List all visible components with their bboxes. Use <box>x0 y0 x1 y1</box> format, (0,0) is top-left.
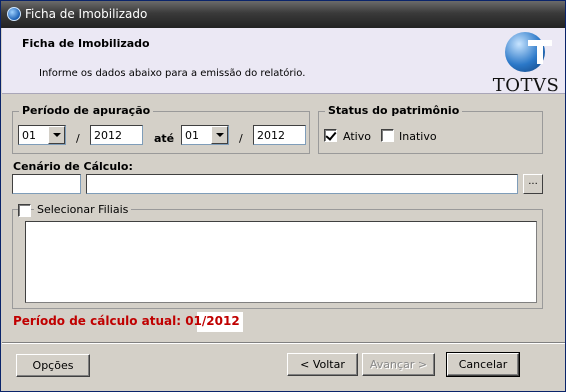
from-month-value: 01 <box>22 129 36 142</box>
calc-period-status: Período de cálculo atual: 01/2012 <box>13 314 240 328</box>
header-subtitle: Informe os dados abaixo para a emissão d… <box>39 68 306 79</box>
back-button[interactable]: < Voltar <box>287 353 358 376</box>
dialog-window: Ficha de Imobilizado Ficha de Imobilizad… <box>0 0 566 392</box>
from-year-value: 2012 <box>94 129 122 142</box>
from-month-select[interactable]: 01 <box>18 125 66 145</box>
filiais-label[interactable]: Selecionar Filiais <box>34 203 132 216</box>
chevron-down-icon[interactable] <box>211 126 228 144</box>
title-bar[interactable]: Ficha de Imobilizado <box>1 1 565 28</box>
totvs-logo-text: TOTVS <box>492 75 560 96</box>
periodo-legend: Período de apuração <box>19 104 154 117</box>
from-year-field[interactable]: 2012 <box>90 125 143 145</box>
inativo-label[interactable]: Inativo <box>399 130 437 143</box>
ativo-label[interactable]: Ativo <box>343 130 371 143</box>
filiais-checkbox[interactable] <box>18 204 31 217</box>
window-title: Ficha de Imobilizado <box>25 7 148 21</box>
cenario-description-field[interactable] <box>86 174 518 194</box>
status-legend: Status do patrimônio <box>325 104 463 117</box>
next-button[interactable]: Avançar > <box>362 353 435 376</box>
ate-label: até <box>154 132 175 145</box>
to-year-value: 2012 <box>257 129 285 142</box>
cenario-code-field[interactable] <box>12 174 81 194</box>
ativo-checkbox[interactable] <box>324 129 337 142</box>
app-icon <box>7 7 21 21</box>
header-title: Ficha de Imobilizado <box>22 37 150 50</box>
date-separator: / <box>239 132 243 145</box>
to-year-field[interactable]: 2012 <box>253 125 306 145</box>
options-button[interactable]: Opções <box>16 354 90 377</box>
cancel-button[interactable]: Cancelar <box>446 352 520 377</box>
date-separator: / <box>76 132 80 145</box>
filiais-list[interactable] <box>25 221 537 303</box>
footer-divider <box>2 342 565 344</box>
inativo-checkbox[interactable] <box>381 129 394 142</box>
chevron-down-icon[interactable] <box>48 126 65 144</box>
cenario-label: Cenário de Cálculo: <box>13 160 133 173</box>
totvs-logo-icon <box>505 32 552 72</box>
to-month-value: 01 <box>185 129 199 142</box>
wizard-header: Ficha de Imobilizado Informe os dados ab… <box>2 28 565 96</box>
totvs-logo: TOTVS <box>490 32 560 96</box>
cenario-browse-button[interactable]: ... <box>523 174 543 194</box>
to-month-select[interactable]: 01 <box>181 125 229 145</box>
